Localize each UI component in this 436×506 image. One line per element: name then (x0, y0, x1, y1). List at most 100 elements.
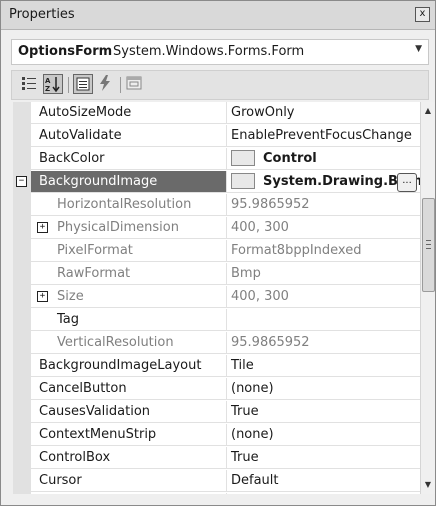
property-value[interactable]: Tile (227, 355, 420, 377)
chevron-down-icon[interactable]: ▼ (415, 44, 422, 54)
row-gutter (13, 217, 31, 240)
property-name[interactable]: PhysicalDimension (31, 217, 227, 239)
property-row[interactable]: CausesValidation True (13, 401, 420, 424)
property-row[interactable]: Tag (13, 309, 420, 332)
property-row[interactable]: ControlBox True (13, 447, 420, 470)
property-value[interactable]: 95.9865952 (227, 194, 420, 216)
property-name[interactable]: DoubleBuffered (31, 493, 227, 494)
expand-icon[interactable]: + (37, 222, 48, 233)
row-gutter (13, 240, 31, 263)
property-name[interactable]: Cursor (31, 470, 227, 492)
property-value[interactable]: Default (227, 470, 420, 492)
property-row[interactable]: AutoSizeMode GrowOnly (13, 102, 420, 125)
property-value[interactable]: Bmp (227, 263, 420, 285)
row-gutter (13, 194, 31, 217)
property-value-text: Format8bppIndexed (231, 243, 362, 258)
property-value[interactable]: False (227, 493, 420, 494)
title-bar: Properties x (1, 1, 435, 30)
ellipsis-button[interactable]: ... (397, 173, 417, 192)
property-value[interactable]: System.Drawing.Bitmap... (227, 171, 420, 193)
expand-icon[interactable]: + (37, 291, 48, 302)
property-name[interactable]: VerticalResolution (31, 332, 227, 354)
property-value-text: 400, 300 (231, 220, 289, 235)
property-value-text: 95.9865952 (231, 335, 310, 350)
property-name[interactable]: Size (31, 286, 227, 308)
close-icon[interactable]: x (415, 7, 430, 22)
property-name[interactable]: BackgroundImageLayout (31, 355, 227, 377)
property-row[interactable]: BackgroundImage− System.Drawing.Bitmap... (13, 171, 420, 194)
property-value[interactable]: True (227, 401, 420, 423)
property-pages-icon[interactable] (125, 74, 145, 94)
property-value[interactable]: Control (227, 148, 420, 170)
window-title: Properties (9, 7, 75, 22)
property-name[interactable]: ContextMenuStrip (31, 424, 227, 446)
property-value[interactable] (227, 309, 420, 331)
property-row[interactable]: PhysicalDimension +400, 300 (13, 217, 420, 240)
property-row[interactable]: Size +400, 300 (13, 286, 420, 309)
toolbar-divider (68, 77, 69, 93)
property-value-text: 95.9865952 (231, 197, 310, 212)
property-row[interactable]: DoubleBufferedFalse (13, 493, 420, 494)
property-name[interactable]: HorizontalResolution (31, 194, 227, 216)
property-value-text: (none) (231, 427, 274, 442)
property-value[interactable]: 95.9865952 (227, 332, 420, 354)
property-value[interactable]: (none) (227, 424, 420, 446)
property-row[interactable]: PixelFormat Format8bppIndexed (13, 240, 420, 263)
property-value[interactable]: (none) (227, 378, 420, 400)
property-value[interactable]: True (227, 447, 420, 469)
property-row[interactable]: CancelButton (none) (13, 378, 420, 401)
property-row[interactable]: BackColor Control (13, 148, 420, 171)
property-row[interactable]: RawFormat Bmp (13, 263, 420, 286)
property-grid: AutoSizeMode GrowOnly AutoValidate EnablePr… (13, 102, 420, 494)
row-gutter (13, 355, 31, 378)
property-value[interactable]: EnablePreventFocusChange (227, 125, 420, 147)
property-row[interactable]: Cursor Default (13, 470, 420, 493)
property-value[interactable]: GrowOnly (227, 102, 420, 124)
color-swatch (231, 172, 255, 189)
row-gutter (13, 148, 31, 171)
property-name[interactable]: RawFormat (31, 263, 227, 285)
property-row[interactable]: HorizontalResolution 95.9865952 (13, 194, 420, 217)
row-gutter (13, 378, 31, 401)
vertical-scrollbar[interactable]: ▲ ▼ (420, 102, 435, 494)
property-name[interactable]: AutoSizeMode (31, 102, 227, 124)
property-row[interactable]: AutoValidate EnablePreventFocusChange (13, 125, 420, 148)
alphabetical-icon[interactable]: A Z (43, 74, 63, 94)
row-gutter (13, 263, 31, 286)
property-name[interactable]: Tag (31, 309, 227, 331)
object-name: OptionsForm (18, 44, 113, 59)
property-value[interactable]: Format8bppIndexed (227, 240, 420, 262)
property-name[interactable]: BackgroundImage (31, 171, 227, 193)
property-value[interactable]: 400, 300 (227, 217, 420, 239)
row-gutter (13, 125, 31, 148)
row-gutter (13, 102, 31, 125)
property-value-text: Default (231, 473, 279, 488)
object-selector[interactable]: OptionsForm System.Windows.Forms.Form ▼ (11, 39, 429, 65)
scroll-down-icon[interactable]: ▼ (422, 478, 434, 492)
row-gutter (13, 447, 31, 470)
svg-text:Z: Z (45, 85, 50, 93)
property-name[interactable]: PixelFormat (31, 240, 227, 262)
property-name[interactable]: ControlBox (31, 447, 227, 469)
categorized-icon[interactable] (20, 74, 40, 94)
property-row[interactable]: ContextMenuStrip (none) (13, 424, 420, 447)
property-name[interactable]: AutoValidate (31, 125, 227, 147)
property-name[interactable]: BackColor (31, 148, 227, 170)
property-name[interactable]: CausesValidation (31, 401, 227, 423)
property-row[interactable]: BackgroundImageLayout Tile (13, 355, 420, 378)
scroll-thumb[interactable] (422, 198, 435, 292)
property-name[interactable]: CancelButton (31, 378, 227, 400)
property-value-text: True (231, 450, 259, 465)
property-value[interactable]: 400, 300 (227, 286, 420, 308)
property-value-text: GrowOnly (231, 105, 295, 120)
events-icon[interactable] (96, 74, 116, 94)
row-gutter (13, 493, 31, 494)
properties-icon[interactable] (73, 74, 93, 94)
scroll-up-icon[interactable]: ▲ (422, 104, 434, 118)
collapse-icon[interactable]: − (16, 176, 27, 187)
property-row[interactable]: VerticalResolution 95.9865952 (13, 332, 420, 355)
row-gutter (13, 309, 31, 332)
color-swatch (231, 149, 255, 166)
grip-icon (426, 240, 431, 249)
property-value-text: Control (263, 151, 317, 166)
